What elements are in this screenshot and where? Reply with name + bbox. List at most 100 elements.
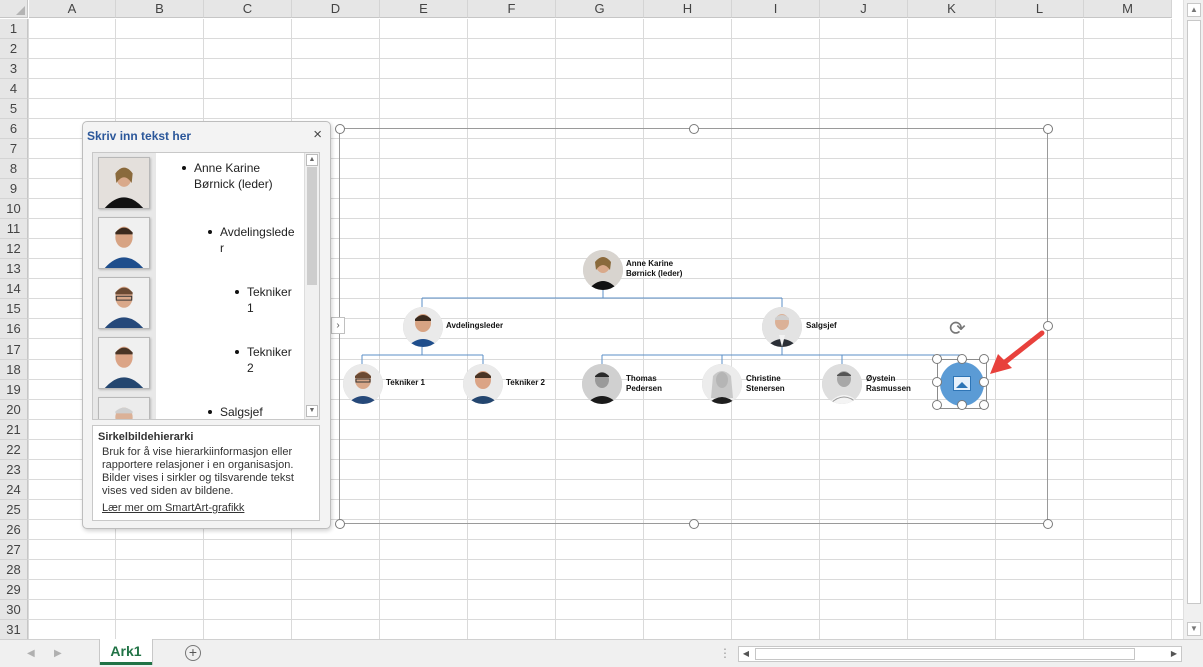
resize-handle-bottom-right[interactable] bbox=[1043, 519, 1053, 529]
column-header[interactable]: A bbox=[29, 0, 116, 18]
row-header[interactable]: 28 bbox=[0, 560, 28, 580]
row-header[interactable]: 5 bbox=[0, 99, 28, 119]
row-header[interactable]: 22 bbox=[0, 440, 28, 460]
column-header[interactable]: J bbox=[820, 0, 908, 18]
learn-more-link[interactable]: Lær mer om SmartArt-grafikk bbox=[102, 502, 244, 514]
pane-scroll-down-button[interactable]: ▼ bbox=[306, 405, 318, 417]
column-header[interactable]: D bbox=[292, 0, 380, 18]
oystein-photo[interactable] bbox=[822, 364, 862, 404]
thumbnail-dept-lead[interactable] bbox=[98, 217, 150, 269]
scroll-right-button[interactable]: ▶ bbox=[1167, 647, 1181, 661]
row-header[interactable]: 26 bbox=[0, 520, 28, 540]
sheet-tab-ark1[interactable]: Ark1 bbox=[100, 639, 152, 665]
node-handle-bottom-right[interactable] bbox=[979, 400, 989, 410]
text-item-tech1[interactable]: Tekniker 1 bbox=[235, 284, 292, 316]
thumbnail-leader[interactable] bbox=[98, 157, 150, 209]
node-handle-left[interactable] bbox=[932, 377, 942, 387]
row-header[interactable]: 25 bbox=[0, 500, 28, 520]
resize-handle-top-left[interactable] bbox=[335, 124, 345, 134]
tech2-photo[interactable] bbox=[463, 364, 503, 404]
thomas-photo[interactable] bbox=[582, 364, 622, 404]
column-header[interactable]: G bbox=[556, 0, 644, 18]
next-sheet-icon[interactable]: ▶ bbox=[54, 648, 62, 659]
node-handle-bottom-left[interactable] bbox=[932, 400, 942, 410]
node-handle-top-left[interactable] bbox=[932, 354, 942, 364]
row-header[interactable]: 17 bbox=[0, 339, 28, 360]
row-header[interactable]: 2 bbox=[0, 39, 28, 59]
column-header[interactable]: C bbox=[204, 0, 292, 18]
row-header[interactable]: 18 bbox=[0, 360, 28, 380]
vertical-scroll-thumb[interactable] bbox=[1187, 20, 1201, 604]
row-header[interactable]: 29 bbox=[0, 580, 28, 600]
row-header[interactable]: 7 bbox=[0, 139, 28, 159]
select-all-corner[interactable] bbox=[0, 0, 28, 18]
pane-scroll-thumb[interactable] bbox=[307, 167, 317, 285]
row-header[interactable]: 6 bbox=[0, 119, 28, 139]
rotate-icon[interactable]: ⟳ bbox=[949, 316, 966, 341]
row-header[interactable]: 19 bbox=[0, 380, 28, 400]
christine-label[interactable]: Christine Stenersen bbox=[746, 374, 785, 394]
row-header[interactable]: 12 bbox=[0, 239, 28, 259]
dept-lead-label[interactable]: Avdelingsleder bbox=[446, 321, 503, 331]
node-handle-right[interactable] bbox=[979, 377, 989, 387]
column-header[interactable]: I bbox=[732, 0, 820, 18]
text-item-sales-lead[interactable]: Salgsjef bbox=[208, 404, 263, 419]
scroll-down-button[interactable]: ▼ bbox=[1187, 622, 1201, 636]
row-header[interactable]: 15 bbox=[0, 299, 28, 319]
row-header[interactable]: 11 bbox=[0, 219, 28, 239]
tech2-label[interactable]: Tekniker 2 bbox=[506, 378, 545, 388]
resize-handle-bottom[interactable] bbox=[689, 519, 699, 529]
resize-handle-top-right[interactable] bbox=[1043, 124, 1053, 134]
column-header[interactable]: F bbox=[468, 0, 556, 18]
text-item-tech2[interactable]: Tekniker 2 bbox=[235, 344, 292, 376]
smartart-text-pane[interactable]: Skriv inn tekst her × Anne Karine Børnick… bbox=[82, 121, 331, 529]
prev-sheet-icon[interactable]: ◀ bbox=[27, 648, 35, 659]
row-header[interactable]: 31 bbox=[0, 620, 28, 639]
close-icon[interactable]: × bbox=[313, 126, 322, 143]
row-header[interactable]: 21 bbox=[0, 420, 28, 440]
add-sheet-icon[interactable]: + bbox=[185, 645, 201, 661]
sales-lead-photo[interactable] bbox=[762, 307, 802, 347]
row-header[interactable]: 10 bbox=[0, 199, 28, 219]
row-header[interactable]: 9 bbox=[0, 179, 28, 199]
column-header[interactable]: B bbox=[116, 0, 204, 18]
insert-picture-icon[interactable] bbox=[953, 376, 971, 391]
thumbnail-tech2[interactable] bbox=[98, 337, 150, 389]
node-handle-top[interactable] bbox=[957, 354, 967, 364]
sales-lead-label[interactable]: Salgsjef bbox=[806, 321, 837, 331]
text-item-leader[interactable]: Anne Karine Børnick (leder) bbox=[182, 160, 273, 192]
row-header[interactable]: 24 bbox=[0, 480, 28, 500]
horizontal-scrollbar[interactable]: ◀ ▶ bbox=[738, 646, 1182, 662]
leader-photo[interactable] bbox=[583, 250, 623, 290]
row-header[interactable]: 1 bbox=[0, 19, 28, 39]
thumbnail-tech1[interactable] bbox=[98, 277, 150, 329]
text-item-dept-lead[interactable]: Avdelingslede r bbox=[208, 224, 295, 256]
row-header[interactable]: 27 bbox=[0, 540, 28, 560]
column-header[interactable]: E bbox=[380, 0, 468, 18]
resize-handle-top[interactable] bbox=[689, 124, 699, 134]
leader-label[interactable]: Anne Karine Børnick (leder) bbox=[626, 259, 682, 279]
text-pane-list[interactable]: Anne Karine Børnick (leder) Avdelingslede… bbox=[92, 152, 320, 420]
horizontal-scroll-thumb[interactable] bbox=[755, 648, 1135, 660]
vertical-scrollbar[interactable]: ▲ ▼ bbox=[1183, 0, 1203, 639]
pane-scroll-up-button[interactable]: ▲ bbox=[306, 154, 318, 166]
christine-photo[interactable] bbox=[702, 364, 742, 404]
row-header[interactable]: 16 bbox=[0, 319, 28, 339]
thomas-label[interactable]: Thomas Pedersen bbox=[626, 374, 662, 394]
dept-lead-photo[interactable] bbox=[403, 307, 443, 347]
column-header[interactable]: M bbox=[1084, 0, 1172, 18]
row-header[interactable]: 13 bbox=[0, 259, 28, 279]
column-header[interactable]: H bbox=[644, 0, 732, 18]
tech1-photo[interactable] bbox=[343, 364, 383, 404]
column-header[interactable]: K bbox=[908, 0, 996, 18]
column-header[interactable]: L bbox=[996, 0, 1084, 18]
split-handle-icon[interactable]: ⋮ bbox=[719, 646, 731, 660]
row-header[interactable]: 8 bbox=[0, 159, 28, 179]
scroll-left-button[interactable]: ◀ bbox=[739, 647, 753, 661]
row-header[interactable]: 3 bbox=[0, 59, 28, 79]
row-header[interactable]: 4 bbox=[0, 79, 28, 99]
text-pane-toggle-button[interactable]: › bbox=[331, 317, 345, 334]
row-header[interactable]: 14 bbox=[0, 279, 28, 299]
thumbnail-sales-lead[interactable] bbox=[98, 397, 150, 419]
tech1-label[interactable]: Tekniker 1 bbox=[386, 378, 425, 388]
